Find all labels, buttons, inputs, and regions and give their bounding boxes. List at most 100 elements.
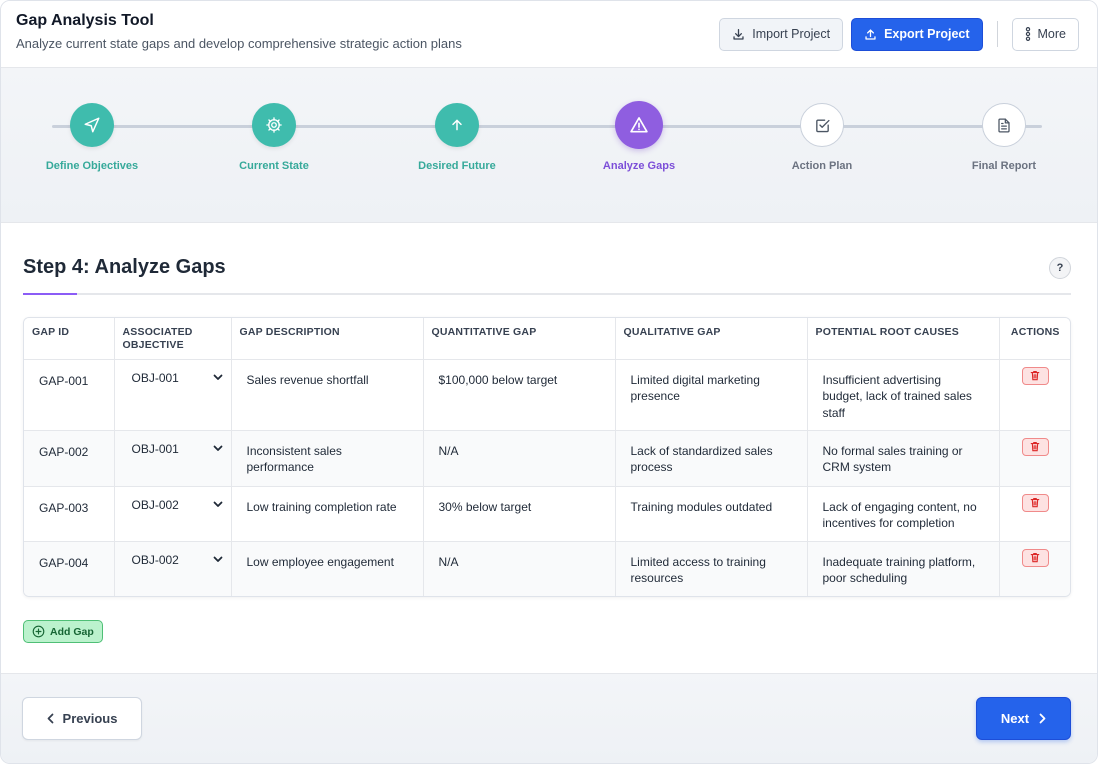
qualitative-cell[interactable]: Limited access to training resources [615, 541, 808, 596]
table-header-row: GAP ID ASSOCIATED OBJECTIVE GAP DESCRIPT… [24, 318, 1070, 360]
objective-select[interactable]: OBJ-001 [114, 359, 232, 431]
actions-cell [999, 359, 1070, 431]
quantitative-cell[interactable]: 30% below target [423, 486, 616, 542]
gaps-table: GAP ID ASSOCIATED OBJECTIVE GAP DESCRIPT… [24, 318, 1070, 596]
qualitative-cell[interactable]: Training modules outdated [615, 486, 808, 542]
page-title: Step 4: Analyze Gaps [23, 256, 226, 278]
step-label: Current State [239, 160, 309, 172]
stepper-track [52, 125, 1042, 128]
step-desired-future[interactable]: Desired Future [397, 103, 517, 173]
root-causes-cell[interactable]: Lack of engaging content, no incentives … [807, 486, 1000, 542]
objective-value: OBJ-001 [131, 370, 179, 385]
previous-button[interactable]: Previous [22, 697, 142, 740]
import-project-label: Import Project [752, 27, 831, 41]
step-label: Desired Future [418, 160, 496, 172]
header-actions: ACTIONS [999, 318, 1070, 360]
arrow-up-icon [452, 119, 462, 131]
quantitative-cell[interactable]: N/A [423, 541, 616, 596]
header-qualitative: QUALITATIVE GAP [615, 318, 808, 360]
table-row: GAP-001 OBJ-001 Sales revenue shortfall … [24, 359, 1070, 431]
chevron-down-icon [213, 556, 222, 563]
navigation-icon [84, 117, 100, 133]
quantitative-cell[interactable]: N/A [423, 430, 616, 487]
objective-select[interactable]: OBJ-002 [114, 541, 232, 596]
root-causes-cell[interactable]: No formal sales training or CRM system [807, 430, 1000, 487]
checkbox-icon [815, 119, 830, 132]
document-icon [998, 118, 1010, 132]
objective-value: OBJ-001 [131, 441, 179, 456]
qualitative-cell[interactable]: Limited digital marketing presence [615, 359, 808, 431]
export-project-label: Export Project [884, 27, 970, 41]
description-cell[interactable]: Low training completion rate [231, 486, 424, 542]
title-underline [23, 293, 1071, 295]
trash-icon [1030, 442, 1040, 452]
export-project-button[interactable]: Export Project [851, 17, 983, 51]
more-button[interactable]: More [1011, 17, 1079, 51]
import-project-button[interactable]: Import Project [719, 17, 844, 51]
plus-circle-icon [32, 625, 45, 638]
download-icon [733, 28, 744, 40]
step-label: Analyze Gaps [602, 160, 676, 172]
step-define-objectives[interactable]: Define Objectives [32, 103, 152, 173]
step-analyze-gaps[interactable]: Analyze Gaps [579, 101, 699, 173]
chevron-left-icon [47, 713, 53, 724]
objective-select[interactable]: OBJ-001 [114, 430, 232, 487]
chevron-down-icon [213, 501, 222, 508]
trash-icon [1030, 498, 1040, 508]
trash-icon [1030, 371, 1040, 381]
actions-cell [999, 430, 1070, 487]
chevron-down-icon [213, 374, 222, 381]
add-gap-button[interactable]: Add Gap [23, 620, 103, 643]
description-cell[interactable]: Sales revenue shortfall [231, 359, 424, 431]
delete-gap-button[interactable] [1021, 366, 1049, 385]
warning-triangle-icon [630, 117, 648, 133]
step-circle [800, 103, 844, 147]
step-label: Final Report [971, 160, 1037, 172]
quantitative-cell[interactable]: $100,000 below target [423, 359, 616, 431]
objective-value: OBJ-002 [131, 497, 179, 512]
step-final-report[interactable]: Final Report [944, 103, 1064, 173]
next-button[interactable]: Next [976, 697, 1071, 740]
objective-value: OBJ-002 [131, 552, 179, 567]
gap-id-cell: GAP-004 [24, 541, 115, 596]
step-circle [615, 101, 663, 149]
description-cell[interactable]: Inconsistent sales performance [231, 430, 424, 487]
progress-stepper: Define Objectives Current State Desired … [1, 68, 1097, 223]
gear-icon [266, 117, 282, 133]
step-title-row: Step 4: Analyze Gaps ? [23, 256, 1071, 279]
root-causes-cell[interactable]: Insufficient advertising budget, lack of… [807, 359, 1000, 431]
title-underline-accent [23, 293, 77, 295]
more-vertical-icon [1025, 27, 1030, 41]
gap-id-cell: GAP-003 [24, 486, 115, 542]
step-circle [435, 103, 479, 147]
delete-gap-button[interactable] [1021, 437, 1049, 456]
main-content: Step 4: Analyze Gaps ? GAP ID ASSOCIATED… [1, 256, 1097, 643]
objective-select[interactable]: OBJ-002 [114, 486, 232, 542]
header-description: GAP DESCRIPTION [231, 318, 424, 360]
table-row: GAP-003 OBJ-002 Low training completion … [24, 486, 1070, 542]
table-row: GAP-002 OBJ-001 Inconsistent sales perfo… [24, 430, 1070, 487]
delete-gap-button[interactable] [1021, 548, 1049, 567]
header-titles: Gap Analysis Tool Analyze current state … [16, 12, 462, 51]
actions-cell [999, 541, 1070, 596]
step-label: Action Plan [791, 160, 853, 172]
description-cell[interactable]: Low employee engagement [231, 541, 424, 596]
qualitative-cell[interactable]: Lack of standardized sales process [615, 430, 808, 487]
header-objective: ASSOCIATED OBJECTIVE [114, 318, 232, 360]
root-causes-cell[interactable]: Inadequate training platform, poor sched… [807, 541, 1000, 596]
delete-gap-button[interactable] [1021, 493, 1049, 512]
chevron-right-icon [1039, 713, 1046, 724]
header-quantitative: QUANTITATIVE GAP [423, 318, 616, 360]
table-row: GAP-004 OBJ-002 Low employee engagement … [24, 541, 1070, 596]
step-circle [252, 103, 296, 147]
trash-icon [1030, 553, 1040, 563]
step-current-state[interactable]: Current State [214, 103, 334, 173]
step-action-plan[interactable]: Action Plan [762, 103, 882, 173]
step-circle [982, 103, 1026, 147]
step-circle [70, 103, 114, 147]
gap-id-cell: GAP-001 [24, 359, 115, 431]
help-button[interactable]: ? [1049, 256, 1071, 279]
step-label: Define Objectives [45, 160, 139, 172]
header-gap-id: GAP ID [24, 318, 115, 360]
app-header: Gap Analysis Tool Analyze current state … [1, 1, 1097, 68]
